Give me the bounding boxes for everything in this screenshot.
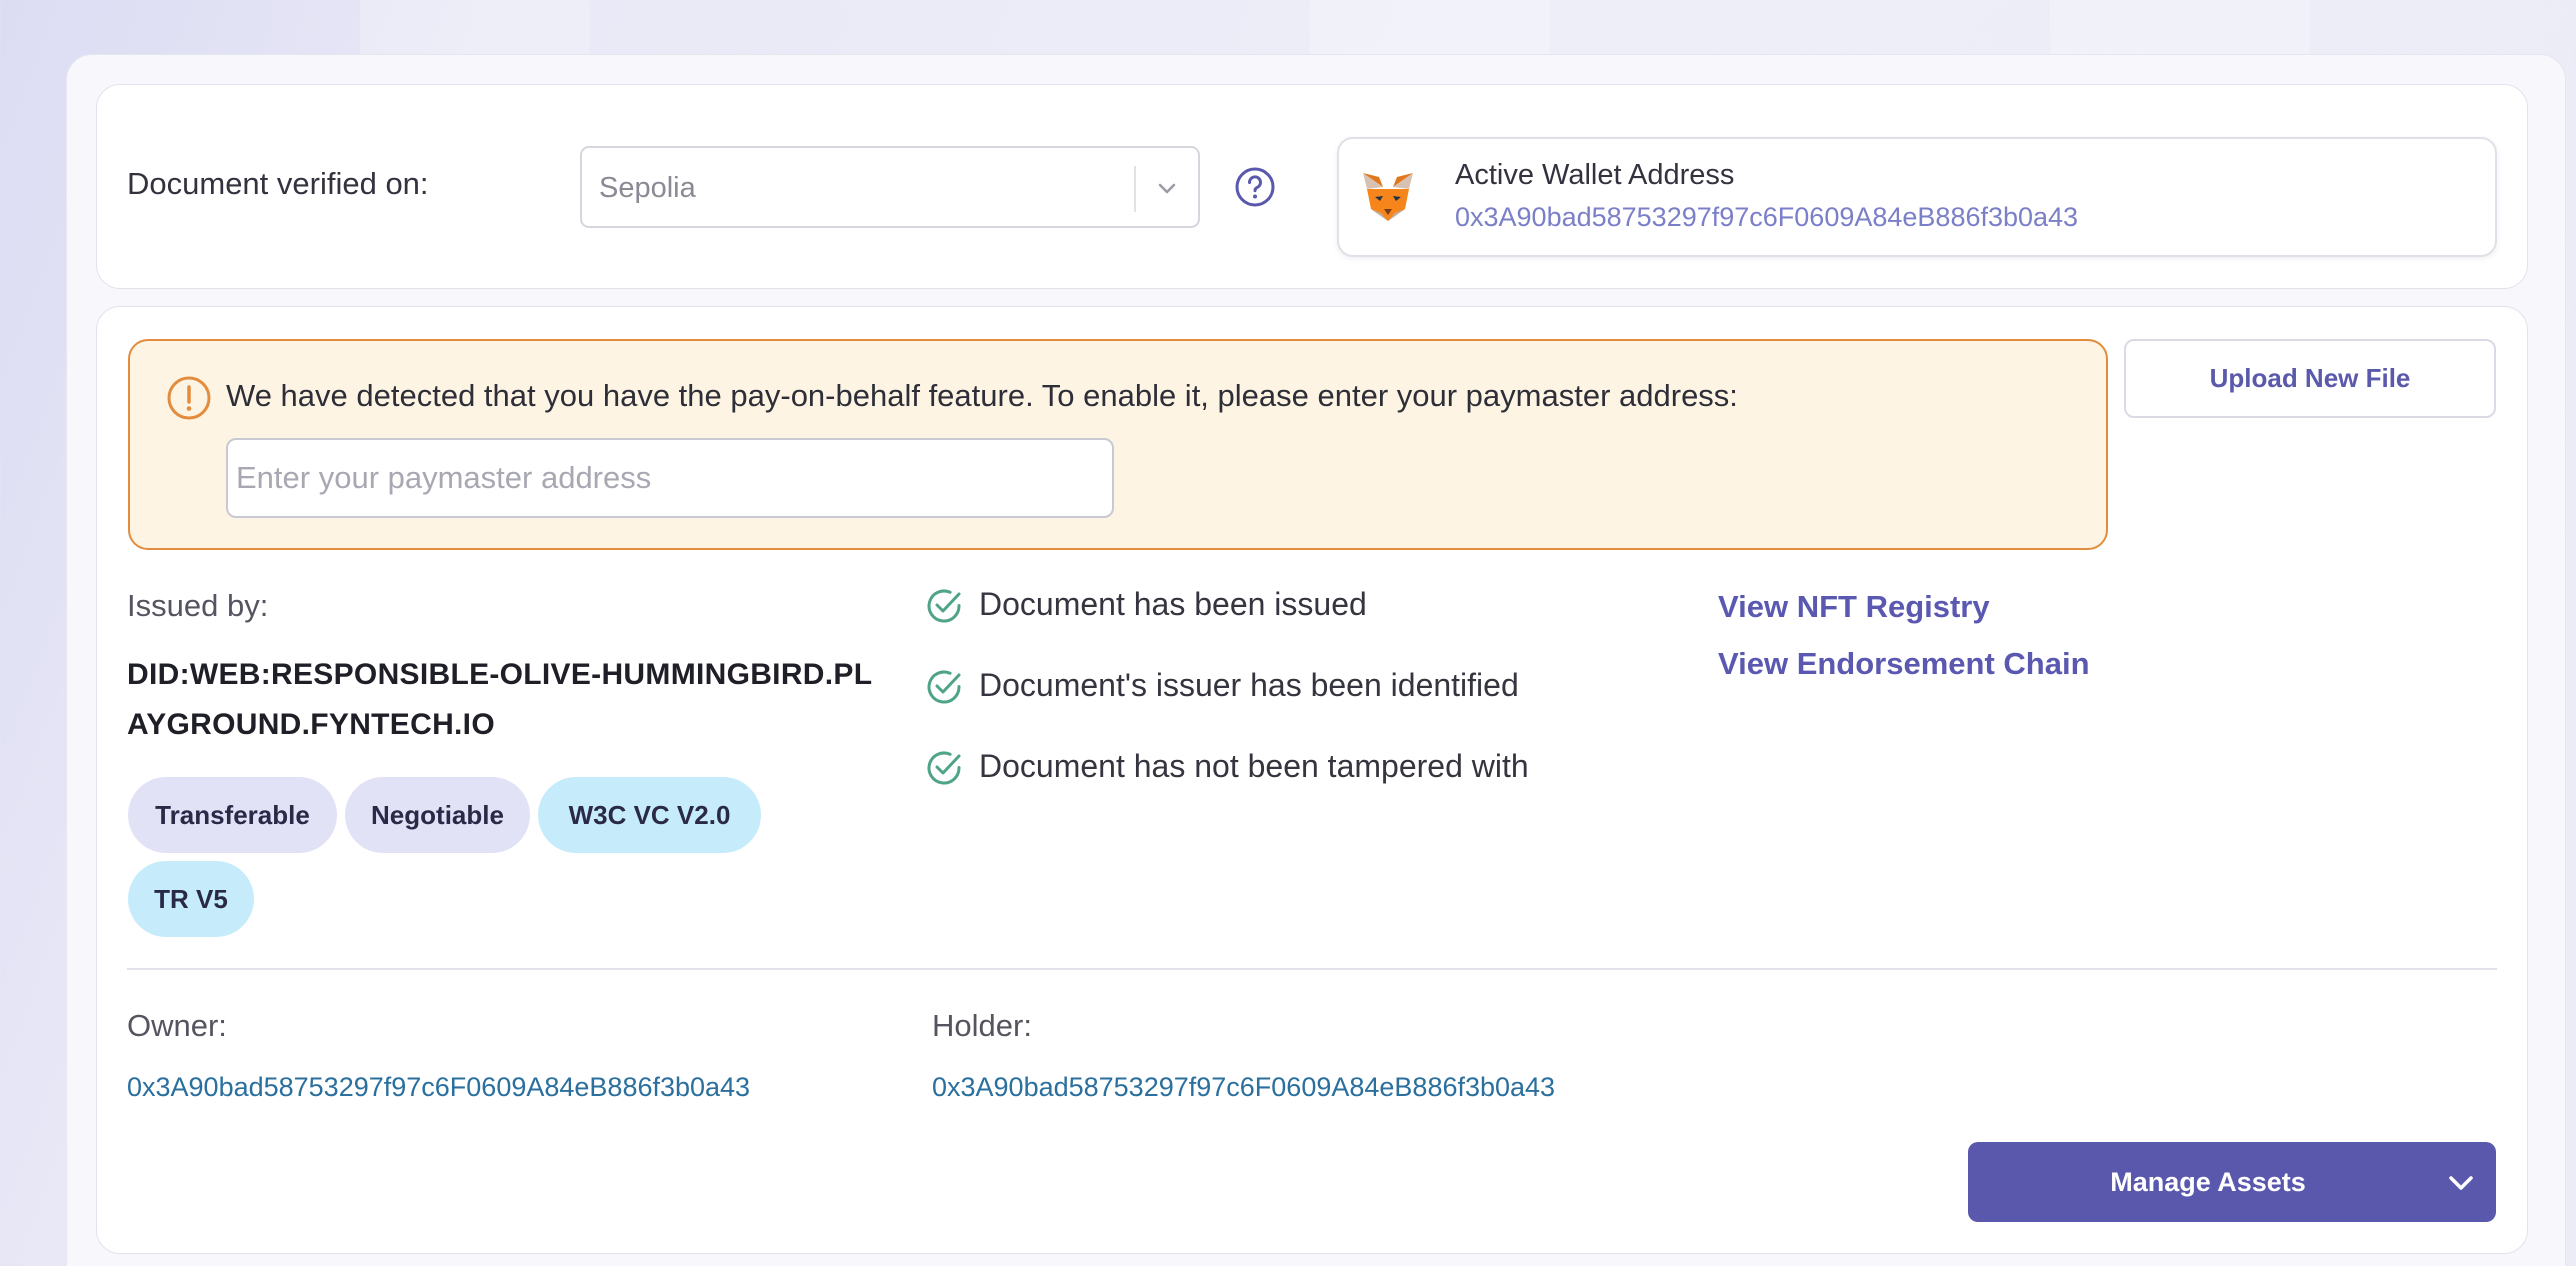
- paymaster-alert: We have detected that you have the pay-o…: [128, 339, 2108, 550]
- tag-negotiable: Negotiable: [345, 777, 530, 853]
- active-wallet-box: Active Wallet Address 0x3A90bad58753297f…: [1337, 137, 2497, 257]
- tag-transferable: Transferable: [128, 777, 337, 853]
- network-select[interactable]: Sepolia: [580, 146, 1200, 228]
- metamask-fox-icon: [1363, 173, 1413, 221]
- network-label: Document verified on:: [127, 166, 429, 201]
- check-label: Document has not been tampered with: [979, 748, 1529, 784]
- check-label: Document's issuer has been identified: [979, 667, 1519, 703]
- manage-assets-button[interactable]: Manage Assets: [1968, 1142, 2496, 1222]
- paymaster-message: We have detected that you have the pay-o…: [226, 378, 1738, 413]
- section-divider: [127, 968, 2497, 970]
- owner-address[interactable]: 0x3A90bad58753297f97c6F0609A84eB886f3b0a…: [127, 1072, 750, 1103]
- chevron-down-icon: [2449, 1176, 2473, 1190]
- wallet-title: Active Wallet Address: [1455, 159, 1735, 191]
- exclamation-circle-icon: [167, 376, 211, 420]
- holder-label: Holder:: [932, 1008, 1032, 1043]
- check-circle-icon: [927, 751, 961, 785]
- tag-w3c-vc: W3C VC V2.0: [538, 777, 761, 853]
- view-nft-registry-link[interactable]: View NFT Registry: [1718, 589, 1990, 625]
- upload-new-file-button[interactable]: Upload New File: [2124, 339, 2496, 418]
- check-circle-icon: [927, 589, 961, 623]
- select-divider: [1134, 166, 1136, 212]
- issued-by-label: Issued by:: [127, 588, 269, 623]
- manage-assets-label: Manage Assets: [2110, 1167, 2306, 1197]
- network-select-value: Sepolia: [599, 172, 696, 204]
- check-circle-icon: [927, 670, 961, 704]
- check-label: Document has been issued: [979, 586, 1367, 622]
- question-circle-icon[interactable]: [1234, 166, 1276, 208]
- view-endorsement-chain-link[interactable]: View Endorsement Chain: [1718, 646, 2090, 682]
- holder-address[interactable]: 0x3A90bad58753297f97c6F0609A84eB886f3b0a…: [932, 1072, 1555, 1103]
- chevron-down-icon: [1158, 183, 1176, 194]
- tag-tr-version: TR V5: [128, 861, 254, 937]
- issuer-name: DID:WEB:RESPONSIBLE-OLIVE-HUMMINGBIRD.PL…: [127, 658, 873, 741]
- wallet-address[interactable]: 0x3A90bad58753297f97c6F0609A84eB886f3b0a…: [1455, 202, 2078, 233]
- paymaster-address-input[interactable]: [226, 438, 1114, 518]
- owner-label: Owner:: [127, 1008, 227, 1043]
